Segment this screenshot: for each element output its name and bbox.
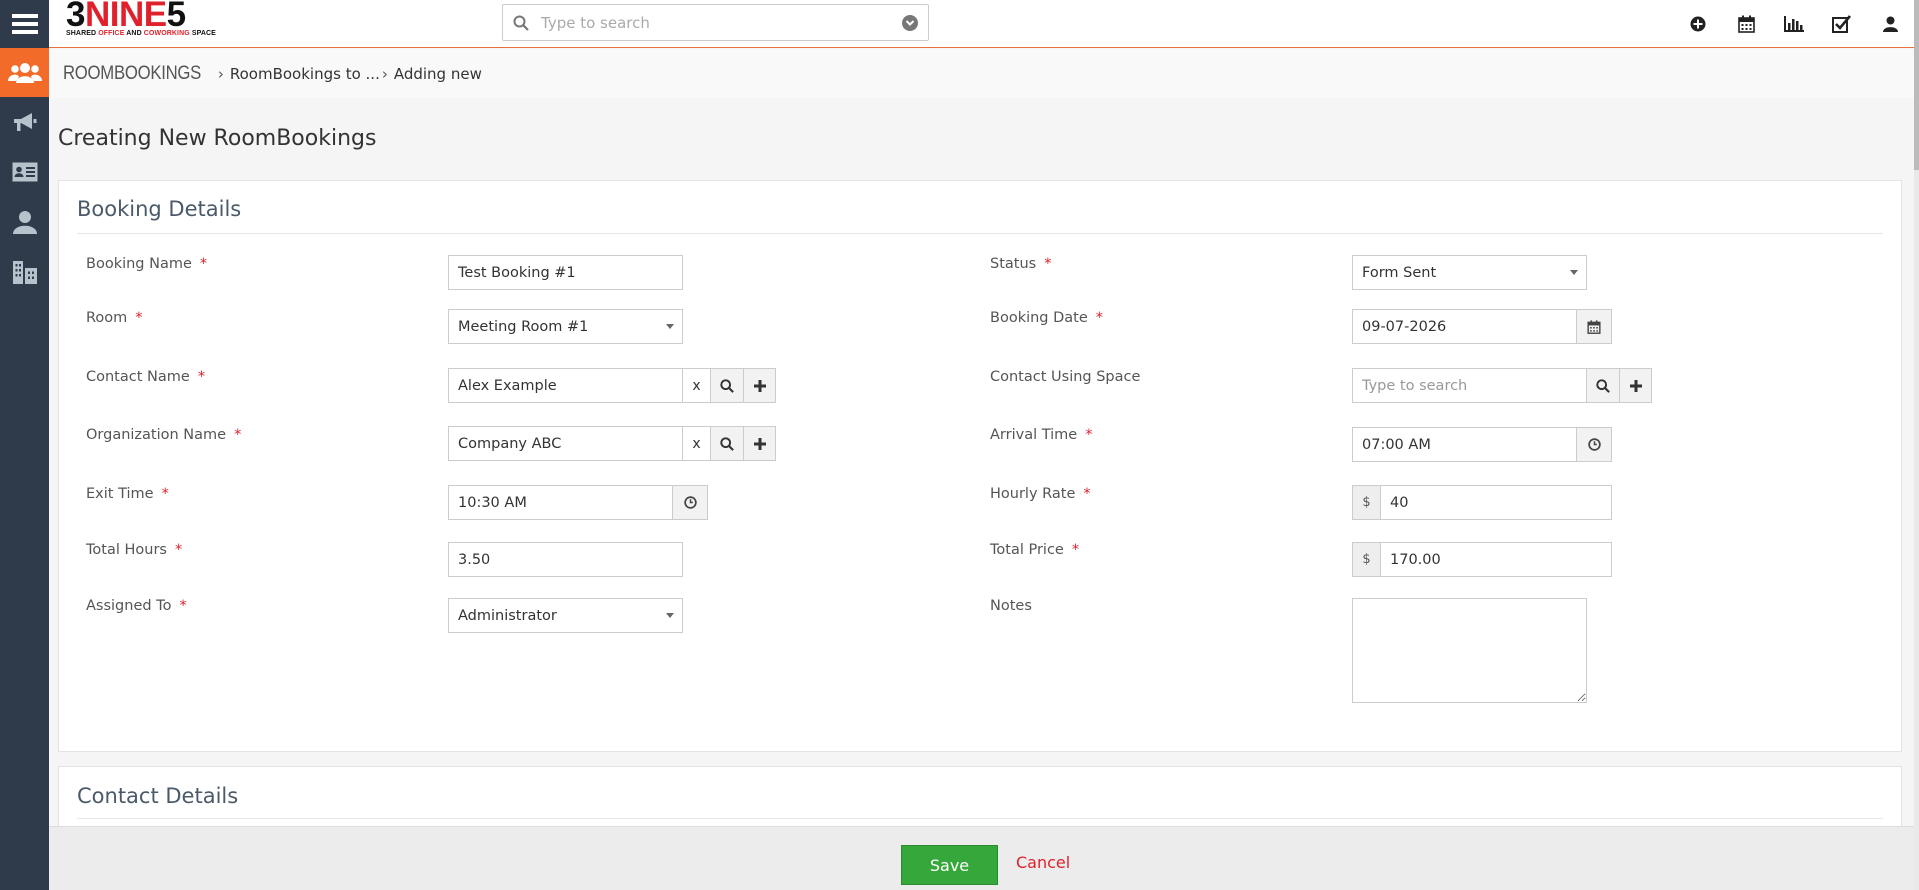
breadcrumb-parent[interactable]: RoomBookings to ... (230, 65, 380, 83)
hamburger-menu-button[interactable] (0, 0, 49, 48)
total-price-input[interactable]: $ 170.00 (1352, 542, 1612, 577)
megaphone-icon (13, 113, 36, 131)
top-bar: 3NINE5 SHARED OFFICE AND COWORKING SPACE… (0, 0, 1919, 48)
section-title: Booking Details (77, 197, 242, 221)
bar-chart-icon (1784, 16, 1804, 32)
contact-name-label: Contact Name * (86, 369, 206, 385)
caret-down-icon (1570, 270, 1578, 275)
total-price-label: Total Price * (990, 542, 1080, 558)
arrival-time-picker-button[interactable] (1576, 427, 1612, 462)
rail-item-contacts[interactable] (0, 48, 49, 97)
breadcrumb-module[interactable]: ROOMBOOKINGS (63, 63, 201, 85)
search-icon (720, 436, 734, 451)
calendar-icon (1587, 319, 1601, 334)
form-footer: Save Cancel (49, 826, 1914, 890)
booking-name-label: Booking Name * (86, 256, 208, 272)
address-card-icon (12, 162, 37, 182)
search-icon (720, 378, 734, 393)
caret-down-icon (666, 324, 674, 329)
status-label: Status * (990, 256, 1052, 272)
building-icon (12, 261, 37, 284)
booking-name-input[interactable]: Test Booking #1 (448, 255, 683, 290)
calendar-button[interactable] (1722, 0, 1770, 48)
page-title: Creating New RoomBookings (58, 126, 377, 151)
contact-using-space-search-button[interactable] (1586, 368, 1620, 403)
rail-item-buildings[interactable] (0, 247, 49, 297)
chevron-right-icon: › (381, 64, 388, 83)
search-placeholder: Type to search (541, 13, 650, 32)
notes-textarea[interactable] (1352, 598, 1587, 703)
contact-using-space-label: Contact Using Space (990, 369, 1141, 385)
currency-prefix: $ (1353, 486, 1381, 519)
rail-item-directory[interactable] (0, 147, 49, 197)
contact-search-button[interactable] (710, 368, 744, 403)
assigned-to-select[interactable]: Administrator (448, 598, 683, 633)
checkbox-icon (1832, 15, 1851, 33)
hourly-rate-input[interactable]: $ 40 (1352, 485, 1612, 520)
calendar-icon (1737, 15, 1755, 33)
caret-down-icon (666, 613, 674, 618)
contact-using-space-add-button[interactable] (1619, 368, 1652, 403)
section-title: Contact Details (77, 784, 239, 808)
chevron-down-icon[interactable] (902, 14, 918, 31)
user-icon (1882, 16, 1898, 32)
exit-time-input[interactable]: 10:30 AM (448, 485, 673, 520)
reports-button[interactable] (1770, 0, 1818, 48)
plus-icon (753, 379, 766, 392)
total-hours-input[interactable]: 3.50 (448, 542, 683, 577)
search-icon (1596, 378, 1610, 393)
arrival-time-input[interactable]: 07:00 AM (1352, 427, 1577, 462)
contact-name-input[interactable]: Alex Example (448, 368, 683, 403)
total-hours-label: Total Hours * (86, 542, 183, 558)
users-icon (7, 62, 42, 83)
clear-organization-button[interactable]: x (682, 426, 711, 461)
divider (77, 818, 1883, 819)
organization-name-label: Organization Name * (86, 427, 242, 443)
plus-circle-icon (1690, 16, 1706, 32)
side-rail (0, 48, 49, 890)
clear-contact-button[interactable]: x (682, 368, 711, 403)
organization-add-button[interactable] (743, 426, 776, 461)
divider (77, 233, 1883, 234)
rail-item-campaigns[interactable] (0, 97, 49, 147)
person-icon (12, 211, 37, 234)
plus-icon (753, 437, 766, 450)
contact-add-button[interactable] (743, 368, 776, 403)
clock-icon (1587, 438, 1601, 451)
rail-item-people[interactable] (0, 197, 49, 247)
plus-icon (1629, 379, 1642, 392)
page-scrollbar[interactable] (1914, 0, 1919, 890)
global-search-input[interactable]: Type to search (502, 4, 929, 41)
booking-date-label: Booking Date * (990, 310, 1104, 326)
logo[interactable]: 3NINE5 SHARED OFFICE AND COWORKING SPACE (66, 0, 231, 40)
booking-date-input[interactable]: 09-07-2026 (1352, 309, 1577, 344)
chevron-right-icon: › (217, 64, 224, 83)
exit-time-picker-button[interactable] (672, 485, 708, 520)
currency-prefix: $ (1353, 543, 1381, 576)
tasks-button[interactable] (1818, 0, 1866, 48)
assigned-to-label: Assigned To * (86, 598, 187, 614)
contact-using-space-input[interactable]: Type to search (1352, 368, 1587, 403)
status-select[interactable]: Form Sent (1352, 255, 1587, 290)
booking-date-picker-button[interactable] (1576, 309, 1612, 344)
room-label: Room * (86, 310, 143, 326)
cancel-link[interactable]: Cancel (1016, 853, 1070, 872)
exit-time-label: Exit Time * (86, 486, 169, 502)
scrollbar-thumb[interactable] (1914, 0, 1919, 170)
quick-create-button[interactable] (1674, 0, 1722, 48)
booking-details-panel: Booking Details Booking Name * Room * Cont… (58, 180, 1902, 752)
clock-icon (683, 496, 697, 509)
arrival-time-label: Arrival Time * (990, 427, 1093, 443)
breadcrumb-current: Adding new (393, 64, 482, 83)
organization-search-button[interactable] (710, 426, 744, 461)
notes-label: Notes (990, 598, 1032, 614)
breadcrumb: ROOMBOOKINGS › RoomBookings to ... › Add… (49, 49, 1914, 98)
search-icon (513, 15, 529, 31)
save-button[interactable]: Save (901, 845, 998, 885)
hamburger-icon (11, 14, 38, 34)
user-menu-button[interactable] (1866, 0, 1914, 48)
room-select[interactable]: Meeting Room #1 (448, 309, 683, 344)
hourly-rate-label: Hourly Rate * (990, 486, 1091, 502)
organization-name-input[interactable]: Company ABC (448, 426, 683, 461)
